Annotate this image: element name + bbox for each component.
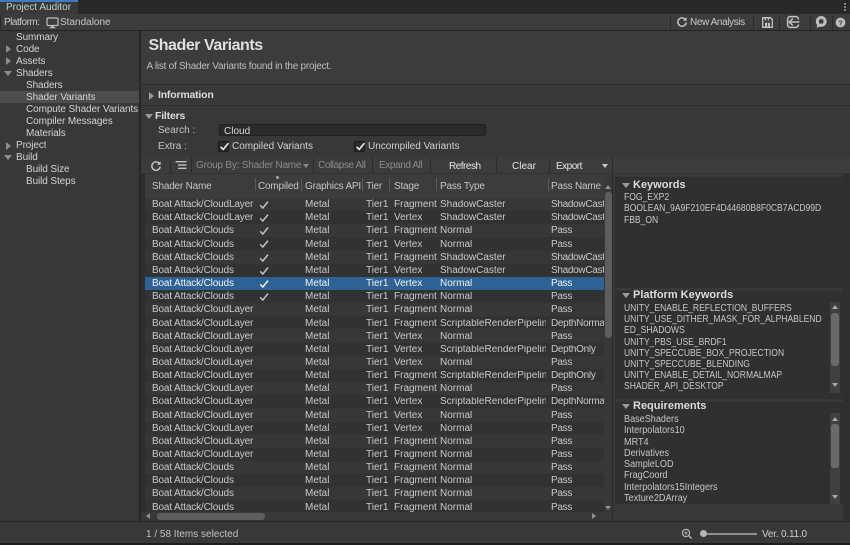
svg-text:?: ? bbox=[838, 18, 843, 27]
